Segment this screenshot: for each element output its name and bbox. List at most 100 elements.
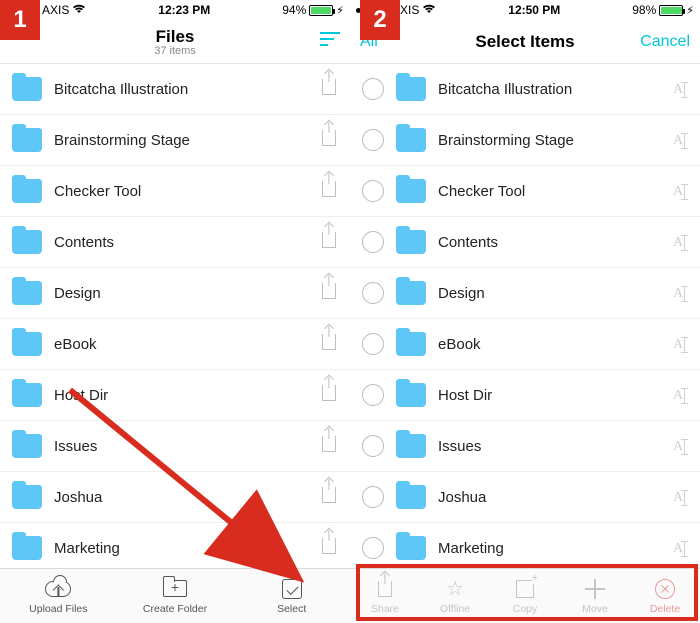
folder-icon (396, 536, 426, 560)
annotation-badge-1: 1 (0, 0, 40, 40)
move-label: Move (582, 603, 608, 615)
cloud-upload-icon (45, 581, 71, 597)
select-circle[interactable] (362, 384, 384, 406)
wifi-icon (72, 3, 86, 17)
create-folder-icon (163, 580, 187, 597)
folder-name: Brainstorming Stage (54, 132, 306, 149)
folder-icon (396, 179, 426, 203)
share-icon (322, 79, 336, 95)
select-circle[interactable] (362, 537, 384, 559)
select-circle[interactable] (362, 486, 384, 508)
battery-percent: 94% (282, 3, 306, 17)
folder-name: Host Dir (438, 387, 656, 404)
bottom-toolbar-select: Share ☆ Offline Copy Move Delete (350, 568, 700, 623)
rename-icon: A (673, 286, 685, 302)
folder-row[interactable]: Design (0, 268, 350, 319)
screen-files: AXIS 12:23 PM 94% ⚡︎ Files 37 items Bi (0, 0, 350, 623)
folder-icon (12, 281, 42, 305)
folder-icon (12, 383, 42, 407)
rename-row-button[interactable]: A (668, 437, 690, 455)
share-row-button[interactable] (318, 130, 340, 151)
folder-row-select[interactable]: eBookA (350, 319, 700, 370)
folder-row-select[interactable]: Brainstorming StageA (350, 115, 700, 166)
folder-row[interactable]: eBook (0, 319, 350, 370)
share-row-button[interactable] (318, 232, 340, 253)
share-row-button[interactable] (318, 334, 340, 355)
folder-name: Checker Tool (54, 183, 306, 200)
select-circle[interactable] (362, 231, 384, 253)
share-row-button[interactable] (318, 181, 340, 202)
folder-row-select[interactable]: Joshua A (350, 472, 700, 523)
select-circle[interactable] (362, 333, 384, 355)
folder-icon (396, 383, 426, 407)
share-row-button[interactable] (318, 436, 340, 457)
rename-row-button[interactable]: A (668, 386, 690, 404)
status-time: 12:23 PM (158, 3, 210, 17)
folder-name: Joshua (438, 489, 656, 506)
select-button[interactable]: Select (233, 569, 350, 623)
share-button[interactable]: Share (350, 569, 420, 623)
folder-row-select[interactable]: Contents A (350, 217, 700, 268)
select-circle[interactable] (362, 180, 384, 202)
folder-row[interactable]: Issues (0, 421, 350, 472)
select-circle[interactable] (362, 129, 384, 151)
annotation-badge-2: 2 (360, 0, 400, 40)
create-folder-button[interactable]: Create Folder (117, 569, 234, 623)
folder-name: Bitcatcha Illustration (54, 81, 306, 98)
cancel-button[interactable]: Cancel (640, 33, 690, 51)
folder-row-select[interactable]: Design A (350, 268, 700, 319)
folder-row-select[interactable]: MarketingA (350, 523, 700, 568)
folder-row-select[interactable]: Host Dir A (350, 370, 700, 421)
folder-icon (12, 179, 42, 203)
folder-name: Design (438, 285, 656, 302)
share-row-button[interactable] (318, 538, 340, 559)
rename-row-button[interactable]: A (668, 335, 690, 353)
offline-button[interactable]: ☆ Offline (420, 569, 490, 623)
folder-list-select[interactable]: Bitcatcha IllustrationABrainstorming Sta… (350, 64, 700, 568)
folder-row-select[interactable]: Checker ToolA (350, 166, 700, 217)
folder-name: Issues (438, 438, 656, 455)
folder-row[interactable]: Bitcatcha Illustration (0, 64, 350, 115)
rename-row-button[interactable]: A (668, 284, 690, 302)
folder-row[interactable]: Host Dir (0, 370, 350, 421)
rename-row-button[interactable]: A (668, 233, 690, 251)
rename-row-button[interactable]: A (668, 488, 690, 506)
battery-icon (309, 5, 333, 16)
share-icon (322, 232, 336, 248)
folder-name: Host Dir (54, 387, 306, 404)
rename-icon: A (673, 388, 685, 404)
folder-icon (12, 332, 42, 356)
select-circle[interactable] (362, 282, 384, 304)
select-circle[interactable] (362, 435, 384, 457)
battery-percent: 98% (632, 3, 656, 17)
folder-row[interactable]: Brainstorming Stage (0, 115, 350, 166)
share-row-button[interactable] (318, 283, 340, 304)
move-button[interactable]: Move (560, 569, 630, 623)
filter-button[interactable] (290, 32, 340, 51)
folder-name: Contents (438, 234, 656, 251)
folder-row-select[interactable]: Issues A (350, 421, 700, 472)
folder-row[interactable]: Contents (0, 217, 350, 268)
share-icon (378, 581, 392, 597)
carrier-label: AXIS (42, 3, 69, 17)
copy-button[interactable]: Copy (490, 569, 560, 623)
folder-icon (12, 128, 42, 152)
folder-row[interactable]: Joshua (0, 472, 350, 523)
share-row-button[interactable] (318, 79, 340, 100)
rename-row-button[interactable]: A (668, 539, 690, 557)
upload-files-button[interactable]: Upload Files (0, 569, 117, 623)
select-circle[interactable] (362, 78, 384, 100)
folder-list[interactable]: Bitcatcha Illustration Brainstorming Stag… (0, 64, 350, 568)
share-row-button[interactable] (318, 487, 340, 508)
rename-row-button[interactable]: A (668, 80, 690, 98)
folder-row-select[interactable]: Bitcatcha IllustrationA (350, 64, 700, 115)
folder-row[interactable]: Checker Tool (0, 166, 350, 217)
delete-button[interactable]: Delete (630, 569, 700, 623)
charging-icon: ⚡︎ (686, 4, 694, 17)
rename-row-button[interactable]: A (668, 131, 690, 149)
share-icon (322, 487, 336, 503)
share-row-button[interactable] (318, 385, 340, 406)
status-bar: AXIS 12:23 PM 94% ⚡︎ (0, 0, 350, 20)
rename-row-button[interactable]: A (668, 182, 690, 200)
folder-row[interactable]: Marketing (0, 523, 350, 568)
